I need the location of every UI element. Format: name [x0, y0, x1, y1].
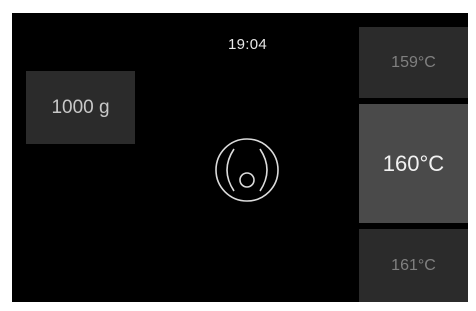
temperature-option-selected[interactable]: 160°C	[359, 104, 468, 223]
temperature-previous-label: 159°C	[391, 53, 436, 71]
clock-time: 19:04	[228, 36, 268, 53]
temperature-next-label: 161°C	[391, 256, 436, 274]
temperature-option-next[interactable]: 161°C	[359, 229, 468, 302]
weight-button[interactable]: 1000 g	[26, 71, 135, 144]
weight-label: 1000 g	[51, 96, 110, 118]
temperature-option-previous[interactable]: 159°C	[359, 27, 468, 98]
oven-display-screen: 19:04 1000 g 159°C 160°C 161°C	[12, 13, 468, 302]
oven-program-icon[interactable]	[212, 135, 282, 205]
temperature-current-label: 160°C	[382, 150, 445, 176]
